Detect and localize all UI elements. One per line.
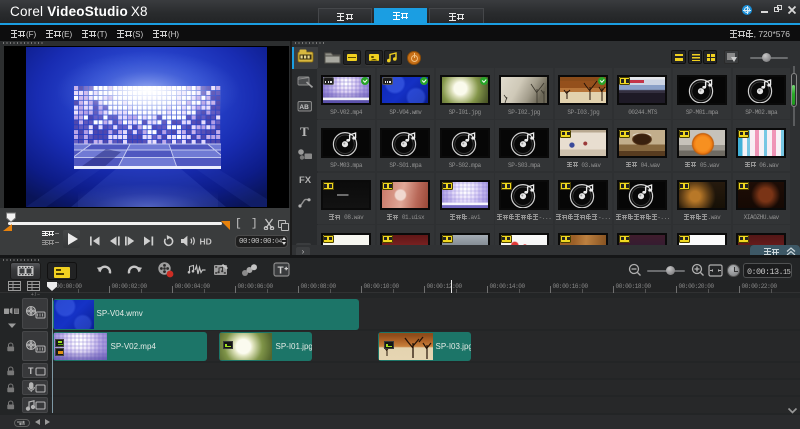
svg-text:FX: FX xyxy=(299,175,312,186)
svg-text:T: T xyxy=(28,366,34,376)
svg-text:HD: HD xyxy=(200,237,212,247)
svg-text:AB: AB xyxy=(299,104,309,111)
svg-text:T: T xyxy=(300,124,309,139)
svg-text:T: T xyxy=(278,266,284,277)
